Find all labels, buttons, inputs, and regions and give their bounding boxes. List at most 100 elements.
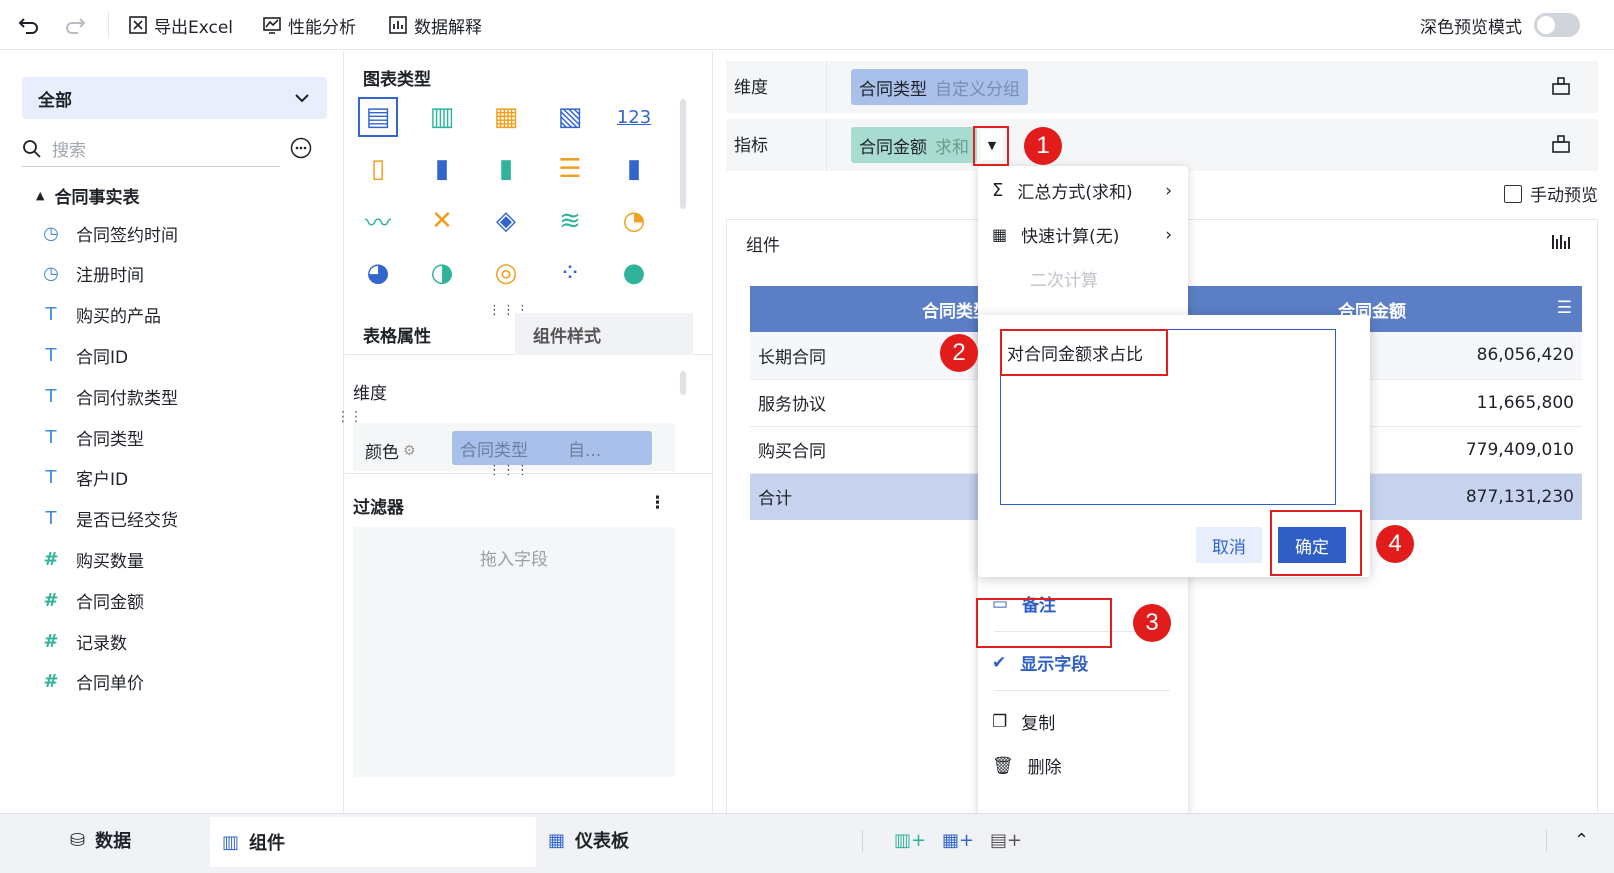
field-item[interactable]: T 客户ID	[40, 463, 129, 493]
redo-icon	[66, 18, 86, 34]
field-item[interactable]: # 合同金额	[40, 585, 144, 615]
row-divider-2	[826, 119, 827, 171]
hierarchy-icon	[1552, 77, 1570, 95]
table-node[interactable]: ▲ 合同事实表	[36, 183, 139, 208]
field-item[interactable]: # 记录数	[40, 626, 127, 656]
line-chart-icon[interactable]: 〰	[358, 201, 398, 241]
scatter-icon[interactable]: ⁘	[550, 253, 590, 293]
drag-handle-icon-2[interactable]: ⋮⋮⋮	[488, 463, 530, 478]
menu-item-secondary-calc[interactable]: 二次计算	[1030, 266, 1098, 291]
gear-icon[interactable]: ⚙	[403, 443, 416, 459]
rose-chart-icon[interactable]: ◑	[422, 253, 462, 293]
menu-item-copy[interactable]: ❐ 复制	[992, 709, 1056, 735]
annotation-box-2	[1000, 329, 1168, 376]
field-item[interactable]: # 合同单价	[40, 667, 144, 697]
add-dashboard-button[interactable]: ▦+	[942, 814, 974, 866]
bar-chart-icon[interactable]: ☰	[550, 149, 590, 189]
text-icon: T	[45, 426, 57, 448]
filter-drop-zone[interactable]: 拖入字段	[353, 527, 675, 777]
metric-settings-button[interactable]	[1550, 133, 1572, 160]
field-item[interactable]: T 购买的产品	[40, 300, 162, 330]
filter-more-icon[interactable]: ⋮	[649, 493, 666, 513]
field-item[interactable]: T 合同ID	[40, 340, 129, 370]
dimension-field-pill[interactable]: 合同类型 自定义分组	[851, 69, 1028, 105]
field-item[interactable]: T 是否已经交货	[40, 504, 179, 534]
color-label-wrap: 颜色 ⚙	[365, 438, 416, 464]
data-explain-button[interactable]: 数据解释	[388, 10, 482, 40]
tab-table-properties[interactable]: 表格属性	[353, 313, 513, 355]
metric-field-pill[interactable]: 合同金额 求和	[851, 127, 977, 163]
performance-analysis-button[interactable]: 性能分析	[262, 10, 356, 40]
ring-chart-icon[interactable]: ◎	[486, 253, 526, 293]
menu-item-summary[interactable]: Σ 汇总方式(求和) ›	[992, 178, 1172, 203]
export-excel-button[interactable]: 导出Excel	[128, 10, 233, 40]
more-options-button[interactable]	[290, 137, 312, 164]
field-item[interactable]: ◷ 注册时间	[40, 259, 144, 289]
tab-data[interactable]: ⛁ 数据	[70, 814, 131, 866]
tab-dashboard[interactable]: ▦ 仪表板	[548, 814, 629, 866]
menu-item-delete[interactable]: 🗑 删除	[992, 753, 1062, 779]
field-item[interactable]: # 购买数量	[40, 544, 144, 574]
kpi-card-icon[interactable]: ▧	[550, 97, 590, 137]
table-chart-icon[interactable]: ▤	[358, 97, 398, 137]
manual-preview-checkbox[interactable]: 手动预览	[1504, 181, 1598, 206]
trash-icon: 🗑	[992, 755, 1014, 776]
radar-line-icon[interactable]: ✕	[422, 201, 462, 241]
chart-types-scrollbar[interactable]	[680, 99, 686, 209]
add-story-button[interactable]: ▤+	[990, 814, 1022, 866]
database-icon: ⛁	[70, 829, 86, 851]
menu-item-show-field[interactable]: ✔ 显示字段	[992, 650, 1088, 676]
menu-item-quick-calc-label: 快速计算(无)	[1021, 227, 1120, 247]
column-chart-icon[interactable]: ▮	[422, 149, 462, 189]
pie-chart-icon[interactable]: ◕	[358, 253, 398, 293]
stacked-column-icon[interactable]: ▮	[486, 149, 526, 189]
dimension-settings-button[interactable]	[1550, 75, 1572, 102]
field-item[interactable]: ◷ 合同签约时间	[40, 218, 178, 248]
dark-mode-toggle[interactable]	[1534, 13, 1580, 37]
field-search-input[interactable]: 搜索	[22, 131, 280, 167]
tab-component-style[interactable]: 组件样式	[515, 313, 693, 355]
collapse-button[interactable]: ⌃	[1574, 814, 1589, 866]
field-item-label: 注册时间	[76, 266, 144, 287]
number-card-icon[interactable]: 123	[614, 97, 654, 137]
menu-item-secondary-calc-label: 二次计算	[1030, 271, 1098, 291]
chart-type-switch-button[interactable]	[1550, 231, 1572, 258]
dimension-pill-suffix: 自定义分组	[935, 79, 1020, 100]
dataset-select[interactable]: 全部	[22, 77, 327, 119]
area-chart-icon[interactable]: ≋	[550, 201, 590, 241]
tab-component[interactable]: ▥ 组件	[210, 817, 536, 867]
chevron-right-icon: ›	[1165, 180, 1172, 201]
tab-data-label: 数据	[95, 831, 132, 852]
redo-button[interactable]	[64, 10, 86, 40]
bubble-icon[interactable]: ●	[614, 253, 654, 293]
grouped-bar-icon[interactable]: ▯	[358, 149, 398, 189]
menu-divider	[994, 690, 1170, 691]
text-icon: T	[45, 304, 57, 326]
field-item-label: 是否已经交货	[76, 511, 178, 532]
sort-icon[interactable]: ☰	[1557, 298, 1572, 318]
annotation-box-3	[976, 598, 1112, 648]
annotation-badge-4: 4	[1376, 525, 1414, 563]
properties-scrollbar[interactable]	[680, 371, 686, 395]
gauge-icon[interactable]: ◔	[614, 201, 654, 241]
performance-icon	[263, 17, 281, 34]
hierarchy-icon	[1552, 135, 1570, 153]
detail-table-icon[interactable]: ▦	[486, 97, 526, 137]
menu-item-copy-label: 复制	[1021, 714, 1056, 734]
data-explain-icon	[389, 16, 407, 34]
field-item[interactable]: T 合同类型	[40, 422, 145, 452]
waterfall-icon[interactable]: ▮	[614, 149, 654, 189]
cross-table-icon[interactable]: ▥	[422, 97, 462, 137]
tab-dashboard-label: 仪表板	[575, 831, 630, 852]
chevron-up-circle-icon: ⌃	[1574, 829, 1590, 851]
dimension-label: 维度	[353, 384, 387, 404]
cancel-button[interactable]: 取消	[1196, 527, 1262, 563]
chevron-right-icon: ›	[1165, 224, 1172, 245]
menu-item-quick-calc[interactable]: ▦ 快速计算(无) ›	[992, 222, 1172, 248]
field-item[interactable]: T 合同付款类型	[40, 381, 179, 411]
annotation-box-1	[973, 126, 1009, 166]
radar-icon[interactable]: ◈	[486, 201, 526, 241]
add-component-button[interactable]: ▥+	[894, 814, 926, 866]
color-field-pill[interactable]: 合同类型 自...	[452, 431, 652, 465]
undo-button[interactable]	[18, 10, 40, 40]
